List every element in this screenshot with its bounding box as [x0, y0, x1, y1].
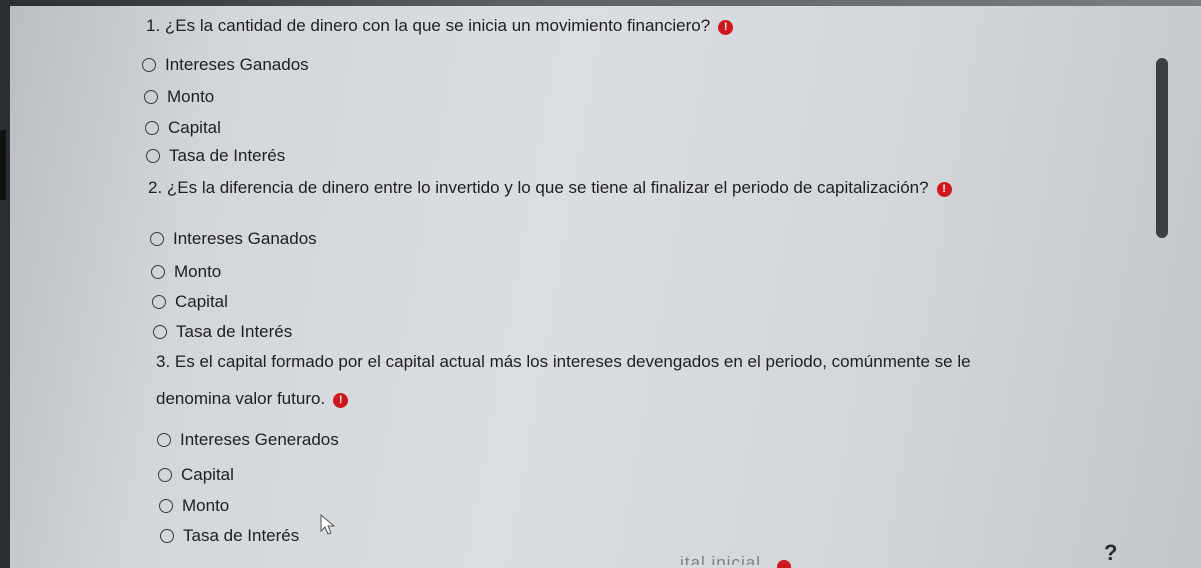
question-1: 1. ¿Es la cantidad de dinero con la que … [146, 14, 734, 38]
option-label: Intereses Generados [180, 430, 339, 449]
option-label: Capital [168, 118, 221, 137]
q2-option-3[interactable]: Capital [152, 292, 228, 312]
help-button[interactable]: ? [1104, 540, 1117, 566]
q1-option-2[interactable]: Monto [144, 87, 214, 107]
next-question-partial-text: ital inicial [680, 553, 761, 568]
option-label: Tasa de Interés [176, 322, 293, 341]
scrollbar-thumb[interactable] [1156, 58, 1168, 238]
option-label: Tasa de Interés [169, 146, 286, 165]
option-label: Tasa de Interés [183, 526, 300, 545]
radio-button[interactable] [160, 529, 174, 543]
option-label: Intereses Ganados [165, 55, 309, 74]
question-2: 2. ¿Es la diferencia de dinero entre lo … [148, 176, 952, 200]
radio-button[interactable] [153, 325, 167, 339]
question-3: 3. Es el capital formado por el capital … [156, 350, 1036, 411]
question-3-text-line2: denomina valor futuro. [156, 389, 326, 408]
question-2-text: 2. ¿Es la diferencia de dinero entre lo … [148, 178, 929, 197]
option-label: Intereses Ganados [173, 229, 317, 248]
radio-button[interactable] [150, 232, 164, 246]
radio-button[interactable] [146, 149, 160, 163]
question-3-text-line1: 3. Es el capital formado por el capital … [156, 352, 971, 371]
q3-option-3[interactable]: Monto [159, 496, 229, 516]
radio-button[interactable] [151, 265, 165, 279]
option-label: Capital [175, 292, 228, 311]
option-label: Monto [167, 87, 215, 106]
q3-option-4[interactable]: Tasa de Interés [160, 526, 299, 546]
option-label: Monto [174, 262, 222, 281]
q1-option-3[interactable]: Capital [145, 118, 221, 138]
top-edge [0, 0, 1201, 6]
radio-button[interactable] [142, 58, 156, 72]
option-label: Monto [182, 496, 230, 515]
radio-button[interactable] [144, 90, 158, 104]
required-icon: ! [718, 20, 734, 35]
mouse-cursor-icon [320, 514, 336, 535]
radio-button[interactable] [145, 121, 159, 135]
option-label: Capital [181, 465, 234, 484]
required-icon: ! [936, 182, 952, 197]
quiz-page: 1. ¿Es la cantidad de dinero con la que … [0, 0, 1201, 568]
q2-option-2[interactable]: Monto [151, 262, 221, 282]
q1-option-1[interactable]: Intereses Ganados [142, 55, 309, 75]
radio-button[interactable] [159, 499, 173, 513]
q2-option-1[interactable]: Intereses Ganados [150, 229, 317, 249]
radio-button[interactable] [152, 295, 166, 309]
radio-button[interactable] [158, 468, 172, 482]
question-1-text: 1. ¿Es la cantidad de dinero con la que … [146, 16, 711, 35]
q3-option-2[interactable]: Capital [158, 465, 234, 485]
left-edge [0, 0, 10, 568]
q3-option-1[interactable]: Intereses Generados [157, 430, 339, 450]
q2-option-4[interactable]: Tasa de Interés [153, 322, 292, 342]
required-icon: ! [333, 393, 349, 408]
question-3-text-line2-row: denomina valor futuro.! [156, 387, 1036, 411]
required-icon [777, 560, 791, 568]
radio-button[interactable] [157, 433, 171, 447]
q1-option-4[interactable]: Tasa de Interés [146, 146, 285, 166]
